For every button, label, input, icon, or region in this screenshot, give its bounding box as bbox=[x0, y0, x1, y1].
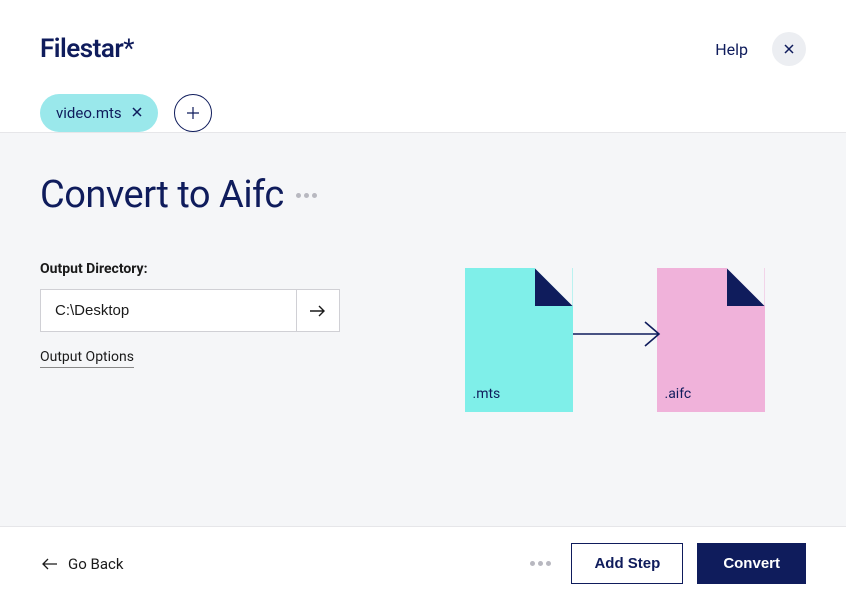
file-chips: video.mts bbox=[40, 94, 806, 132]
main: Convert to Aifc Output Directory: Output… bbox=[0, 132, 846, 526]
close-button[interactable] bbox=[772, 32, 806, 66]
header-top: Filestar* Help bbox=[40, 32, 806, 66]
go-back-label: Go Back bbox=[68, 555, 123, 573]
title-menu-button[interactable] bbox=[296, 193, 317, 198]
footer-right: Add Step Convert bbox=[530, 543, 806, 584]
conversion-arrow-icon bbox=[573, 320, 643, 352]
file-diagram: .mts .aifc bbox=[465, 268, 765, 412]
output-directory-input[interactable] bbox=[40, 289, 296, 332]
logo-text: Filestar bbox=[40, 34, 123, 64]
page-title-row: Convert to Aifc bbox=[40, 173, 423, 217]
destination-file-icon: .aifc bbox=[657, 268, 765, 412]
dot-icon bbox=[312, 193, 317, 198]
main-left: Convert to Aifc Output Directory: Output… bbox=[40, 173, 423, 486]
output-options-link[interactable]: Output Options bbox=[40, 349, 134, 368]
arrow-left-icon bbox=[40, 557, 58, 571]
footer-menu-button[interactable] bbox=[530, 561, 551, 566]
add-step-button[interactable]: Add Step bbox=[571, 543, 683, 584]
convert-button[interactable]: Convert bbox=[697, 543, 806, 584]
header: Filestar* Help video.mts bbox=[0, 0, 846, 132]
file-chip[interactable]: video.mts bbox=[40, 94, 158, 132]
add-file-button[interactable] bbox=[174, 94, 212, 132]
file-chip-remove[interactable] bbox=[132, 106, 142, 120]
logo: Filestar* bbox=[40, 34, 134, 64]
logo-star-icon: * bbox=[123, 34, 134, 64]
close-icon bbox=[783, 43, 795, 55]
destination-file-ext: .aifc bbox=[665, 386, 692, 402]
go-back-button[interactable]: Go Back bbox=[40, 555, 123, 573]
output-directory-row bbox=[40, 289, 340, 332]
close-icon bbox=[132, 107, 142, 117]
browse-directory-button[interactable] bbox=[296, 289, 340, 332]
help-link[interactable]: Help bbox=[715, 40, 748, 59]
page-title: Convert to Aifc bbox=[40, 173, 284, 217]
output-directory-label: Output Directory: bbox=[40, 261, 423, 277]
header-right: Help bbox=[715, 32, 806, 66]
footer: Go Back Add Step Convert bbox=[0, 526, 846, 600]
main-right: .mts .aifc bbox=[423, 173, 806, 486]
plus-icon bbox=[186, 106, 200, 120]
file-chip-label: video.mts bbox=[56, 104, 122, 122]
dot-icon bbox=[538, 561, 543, 566]
dot-icon bbox=[304, 193, 309, 198]
arrow-right-icon bbox=[309, 304, 327, 318]
source-file-icon: .mts bbox=[465, 268, 573, 412]
source-file-ext: .mts bbox=[473, 386, 501, 402]
dot-icon bbox=[530, 561, 535, 566]
dot-icon bbox=[296, 193, 301, 198]
dot-icon bbox=[546, 561, 551, 566]
